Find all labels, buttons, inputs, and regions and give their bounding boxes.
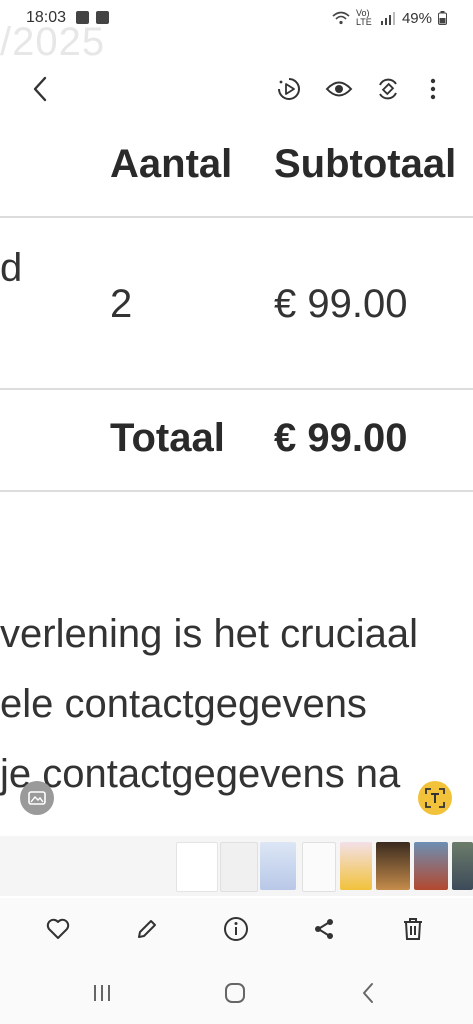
text-extract-button[interactable] xyxy=(418,781,452,815)
image-icon xyxy=(28,791,46,805)
background-date-text: /2025 xyxy=(0,20,106,64)
text-scan-icon xyxy=(425,788,445,808)
total-label: Totaal xyxy=(110,416,225,460)
thumbnail[interactable] xyxy=(302,842,336,892)
receipt-image: Aantal Subtotaal d 2 € 99.00 Totaal € 99… xyxy=(0,130,473,830)
rotate-icon[interactable] xyxy=(373,74,403,104)
thumbnail-strip xyxy=(0,836,473,896)
paragraph-line: ele contactgegevens xyxy=(0,682,367,726)
eye-icon[interactable] xyxy=(324,74,354,104)
total-value: € 99.00 xyxy=(274,416,408,460)
thumbnail[interactable] xyxy=(452,842,473,890)
play-enhance-icon[interactable] xyxy=(274,74,304,104)
paragraph-line: je contactgegevens na xyxy=(0,752,401,796)
thumbnail[interactable] xyxy=(260,842,296,890)
share-icon[interactable] xyxy=(309,914,339,944)
wifi-icon xyxy=(332,11,350,25)
thumbnail[interactable] xyxy=(340,842,372,890)
column-header-quantity: Aantal xyxy=(110,142,233,186)
action-bar xyxy=(0,898,473,962)
image-search-button[interactable] xyxy=(20,781,54,815)
nav-back-icon[interactable] xyxy=(353,978,383,1008)
battery-icon xyxy=(438,11,447,25)
status-right: Vo) LTE 49% xyxy=(332,9,447,27)
paragraph-line: verlening is het cruciaal xyxy=(0,612,418,656)
home-icon[interactable] xyxy=(220,978,250,1008)
battery-percent: 49% xyxy=(401,9,432,27)
table-divider xyxy=(0,216,473,218)
back-arrow-icon[interactable] xyxy=(26,74,56,104)
thumbnail[interactable] xyxy=(176,842,218,892)
trash-icon[interactable] xyxy=(398,914,428,944)
system-nav-bar xyxy=(0,962,473,1024)
row-subtotal: € 99.00 xyxy=(274,282,408,326)
table-divider xyxy=(0,490,473,492)
column-header-subtotal: Subtotaal xyxy=(274,142,457,186)
thumbnail[interactable] xyxy=(414,842,448,890)
top-toolbar xyxy=(0,62,473,122)
pencil-icon[interactable] xyxy=(132,914,162,944)
thumbnail[interactable] xyxy=(220,842,258,892)
recent-apps-icon[interactable] xyxy=(87,978,117,1008)
info-icon[interactable] xyxy=(221,914,251,944)
thumbnail[interactable] xyxy=(376,842,410,890)
signal-icon xyxy=(380,11,395,25)
heart-icon[interactable] xyxy=(43,914,73,944)
product-name-fragment: d xyxy=(0,246,23,290)
table-divider xyxy=(0,388,473,390)
more-vertical-icon[interactable] xyxy=(418,74,448,104)
network-label: Vo) LTE xyxy=(355,8,372,27)
row-quantity: 2 xyxy=(110,282,133,326)
